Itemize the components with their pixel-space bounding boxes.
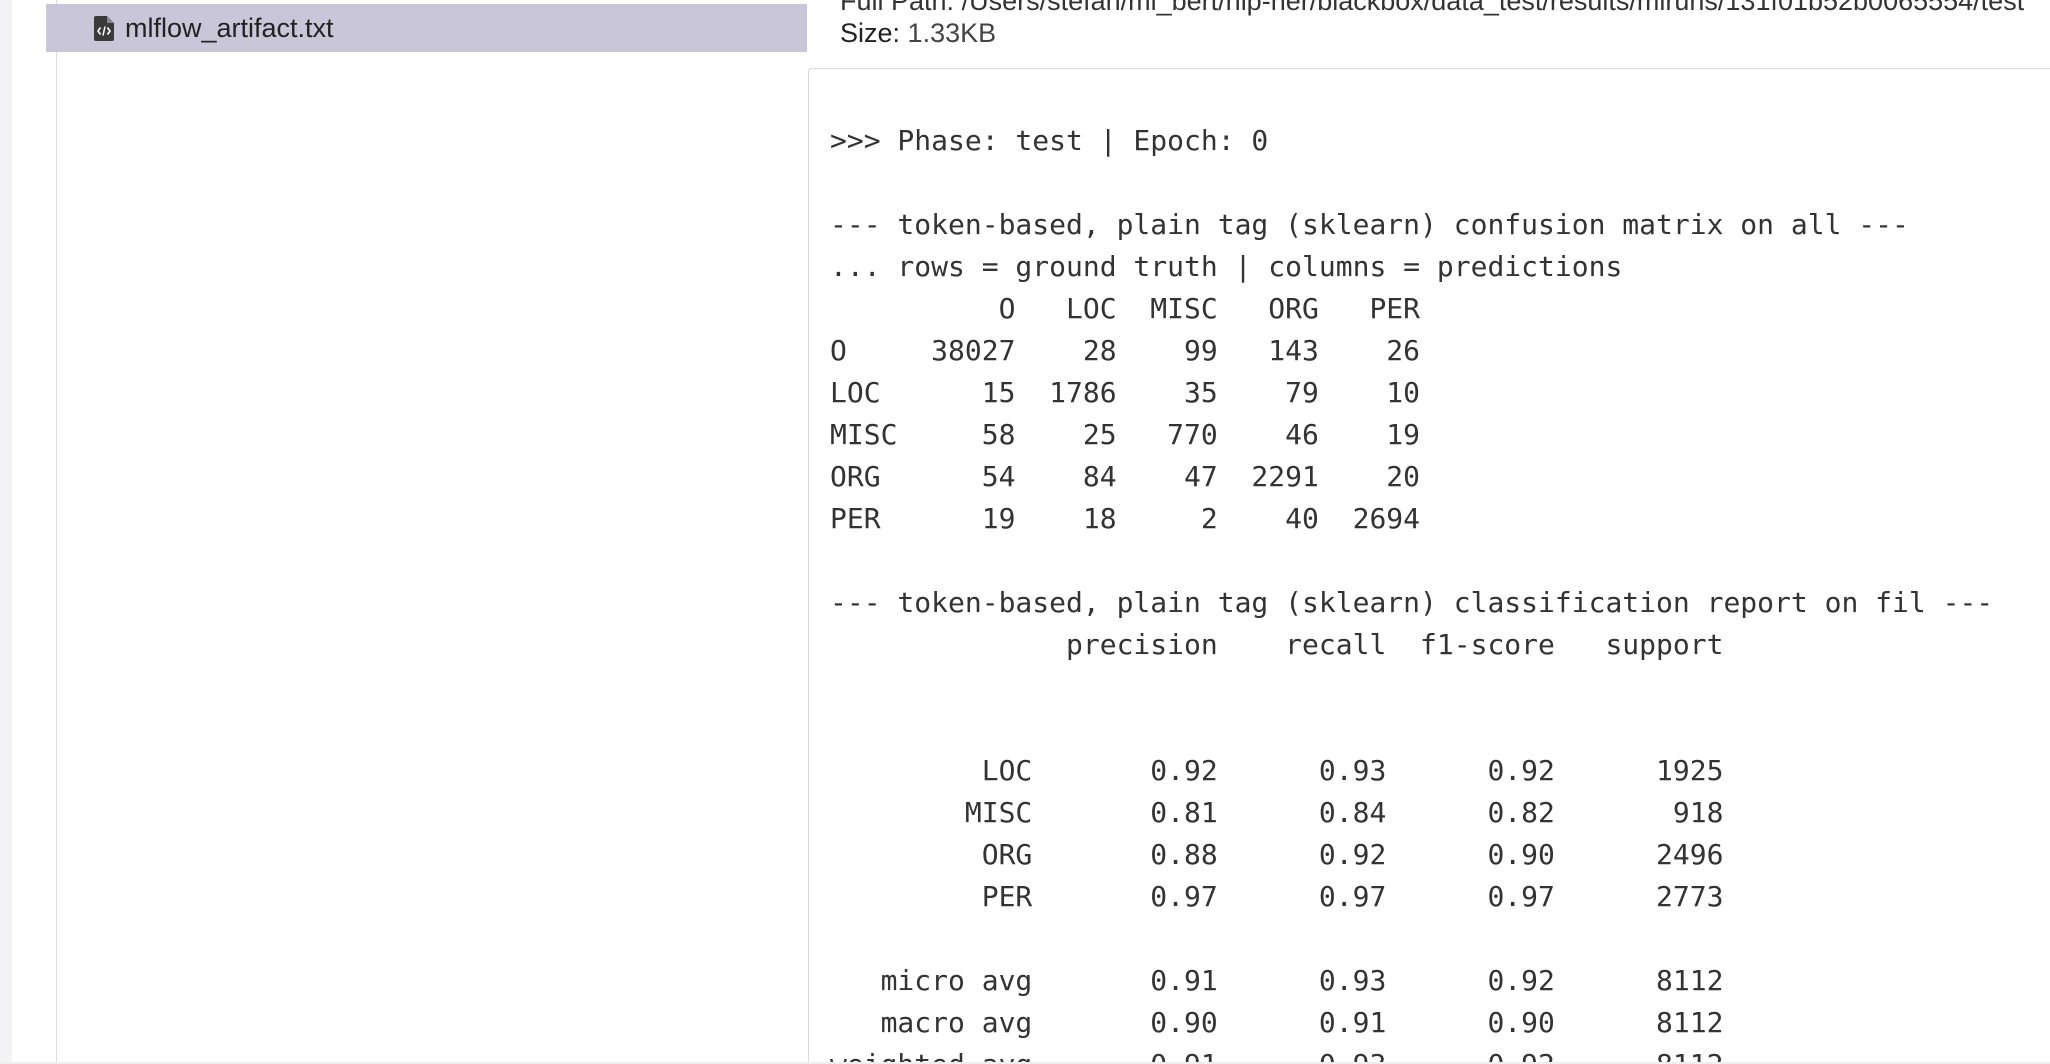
file-metadata: Full Path: /Users/stefan/ml_bert/nlp-ner…	[840, 0, 2050, 62]
full-path-value: /Users/stefan/ml_bert/nlp-ner/blackbox/d…	[961, 0, 2025, 16]
full-path-line: Full Path: /Users/stefan/ml_bert/nlp-ner…	[840, 0, 2024, 17]
size-value: 1.33KB	[907, 18, 997, 48]
size-label: Size:	[840, 18, 901, 48]
tree-item-mlflow-artifact[interactable]: mlflow_artifact.txt	[46, 4, 807, 52]
artifact-file-tree	[12, 0, 807, 1064]
tree-indent-guide	[56, 0, 57, 1064]
full-path-label: Full Path:	[840, 0, 955, 16]
code-file-icon	[94, 16, 114, 41]
tree-item-label: mlflow_artifact.txt	[125, 13, 334, 43]
left-gutter	[0, 0, 12, 1064]
artifact-text-content: >>> Phase: test | Epoch: 0 --- token-bas…	[830, 124, 1994, 1064]
artifact-viewer-page: mlflow_artifact.txt Full Path: /Users/st…	[0, 0, 2050, 1064]
artifact-text-viewer[interactable]: >>> Phase: test | Epoch: 0 --- token-bas…	[808, 68, 2050, 1064]
size-line: Size: 1.33KB	[840, 18, 996, 49]
